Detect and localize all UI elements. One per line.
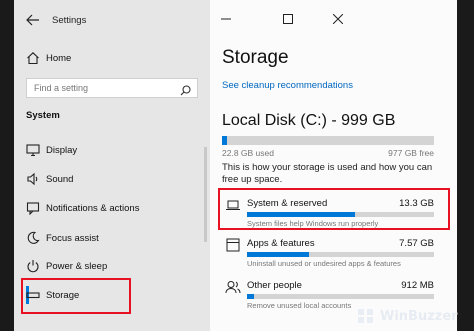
minimize-button[interactable] — [218, 12, 234, 26]
display-icon — [26, 143, 40, 157]
home-label: Home — [46, 52, 72, 64]
category-apps-features[interactable]: Apps & features 7.57 GB Uninstall unused… — [222, 233, 440, 273]
storage-description: This is how your storage is used and how… — [222, 162, 433, 185]
app-title: Settings — [52, 15, 87, 26]
apps-icon — [225, 238, 241, 252]
free-label: 977 GB free — [388, 148, 434, 158]
system-reserved-highlight-box — [218, 188, 450, 230]
power-icon — [26, 259, 40, 273]
find-setting-search[interactable]: Find a setting — [26, 78, 198, 98]
nav-label-display: Display — [46, 144, 78, 156]
category-subtitle: Uninstall unused or undesired apps & fea… — [247, 259, 401, 268]
category-subtitle: Remove unused local accounts — [247, 301, 352, 310]
nav-home[interactable]: Home — [14, 45, 210, 71]
disk-usage-bar — [222, 136, 434, 145]
winbuzzer-watermark: WinBuzzer — [355, 305, 467, 327]
search-icon — [180, 83, 191, 96]
disk-title: Local Disk (C:) - 999 GB — [222, 112, 396, 129]
cleanup-recommendations-link[interactable]: See cleanup recommendations — [222, 80, 353, 91]
notifications-icon — [26, 201, 40, 215]
used-label: 22.8 GB used — [222, 148, 274, 158]
settings-window: Settings Home Find a setting System Disp… — [14, 0, 457, 331]
people-icon — [225, 280, 241, 294]
nav-label-notifications: Notifications & actions — [46, 202, 140, 214]
disk-usage-fill — [222, 136, 227, 145]
close-button[interactable] — [330, 12, 346, 26]
page-title: Storage — [222, 47, 289, 68]
home-icon — [26, 51, 40, 65]
category-size: 912 MB — [401, 280, 434, 291]
back-arrow-icon[interactable] — [26, 13, 40, 26]
left-background — [0, 0, 14, 331]
maximize-button[interactable] — [280, 12, 296, 26]
nav-label-power-sleep: Power & sleep — [46, 260, 108, 272]
category-size: 7.57 GB — [399, 238, 434, 249]
right-background — [457, 0, 474, 331]
category-usage-fill — [247, 252, 309, 257]
category-usage-fill — [247, 294, 255, 299]
nav-sound[interactable]: Sound — [14, 166, 210, 192]
category-name: Other people — [247, 280, 302, 291]
category-name: Apps & features — [247, 238, 315, 249]
nav-scrollbar[interactable] — [204, 147, 207, 242]
category-usage-bar — [247, 294, 434, 299]
nav-display[interactable]: Display — [14, 137, 210, 163]
navigation-pane: Settings Home Find a setting System Disp… — [14, 0, 210, 331]
section-label-system: System — [26, 110, 60, 121]
search-placeholder: Find a setting — [34, 83, 89, 93]
winbuzzer-logo-icon — [358, 309, 373, 323]
category-usage-bar — [247, 252, 434, 257]
storage-highlight-box — [21, 278, 131, 314]
nav-label-sound: Sound — [46, 173, 74, 185]
storage-page: Storage See cleanup recommendations Loca… — [210, 0, 457, 331]
nav-notifications[interactable]: Notifications & actions — [14, 195, 210, 221]
watermark-text: WinBuzzer — [380, 308, 458, 324]
nav-label-focus-assist: Focus assist — [46, 232, 99, 244]
sound-icon — [26, 172, 40, 186]
nav-power-sleep[interactable]: Power & sleep — [14, 253, 210, 279]
nav-focus-assist[interactable]: Focus assist — [14, 225, 210, 251]
focus-assist-icon — [26, 231, 40, 245]
